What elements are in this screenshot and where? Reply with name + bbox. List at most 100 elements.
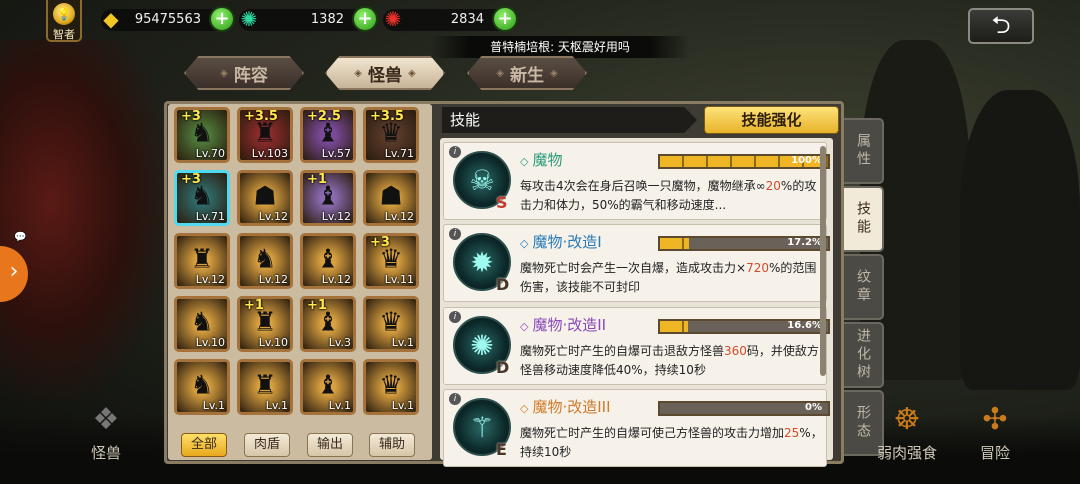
skill-name: ◇ 魔物·改造III bbox=[520, 396, 611, 417]
info-icon[interactable]: i bbox=[449, 146, 461, 158]
monster-slot[interactable]: ☗ Lv.12 bbox=[237, 170, 293, 226]
tab-rebirth[interactable]: ◈ 新生 ◈ bbox=[467, 56, 587, 90]
info-icon[interactable]: i bbox=[449, 311, 461, 323]
green-crystal-icon: ✺ bbox=[240, 7, 258, 31]
info-icon[interactable]: i bbox=[449, 393, 461, 405]
side-tab-evolution-tree[interactable]: 进化树 bbox=[844, 322, 884, 388]
monster-slot[interactable]: ♞ +3 Lv.71 bbox=[174, 170, 230, 226]
desc-highlight: 720 bbox=[746, 261, 769, 275]
add-red-crystal-button[interactable]: + bbox=[492, 6, 518, 32]
desc-text: 魔物死亡时产生的自爆可击退敌方怪兽 bbox=[520, 344, 725, 358]
skill-grade: D bbox=[496, 275, 510, 294]
chevron-right-icon: › bbox=[9, 259, 19, 284]
nav-survival[interactable]: ☸ 弱肉强食 bbox=[852, 398, 962, 478]
skill-name-text: 魔物 bbox=[532, 151, 563, 169]
chat-icon[interactable]: 💬 bbox=[14, 232, 26, 243]
monster-slot[interactable]: ♛ +3 Lv.11 bbox=[363, 233, 419, 289]
skill-list-scrollbar[interactable] bbox=[820, 146, 826, 376]
skill-description: 魔物死亡时会产生一次自爆，造成攻击力×720%的范围伤害，该技能不可封印 bbox=[520, 259, 826, 297]
monster-slot[interactable]: ♛ +3.5 Lv.71 bbox=[363, 107, 419, 163]
tab-monster[interactable]: ◈ 怪兽 ◈ bbox=[325, 56, 445, 90]
monster-level: Lv.57 bbox=[321, 147, 351, 160]
tab-label: 阵容 bbox=[233, 65, 268, 86]
filter-support-button[interactable]: 辅助 bbox=[369, 433, 415, 457]
back-button[interactable]: ⮌ bbox=[968, 8, 1034, 44]
monster-portrait-icon: ♜ bbox=[253, 370, 277, 401]
skill-description: 每攻击4次会在身后召唤一只魔物，魔物继承∞20%的攻击力和体力，50%的霸气和移… bbox=[520, 177, 826, 215]
monster-slot[interactable]: ♞ +3 Lv.70 bbox=[174, 107, 230, 163]
side-tab-emblem[interactable]: 纹章 bbox=[844, 254, 884, 320]
skill-enhance-button[interactable]: 技能强化 bbox=[704, 106, 839, 134]
gold-resource: ◆ 95475563 + bbox=[101, 6, 235, 32]
monster-star-level: +1 bbox=[307, 298, 327, 313]
monster-portrait-icon: ♞ bbox=[253, 244, 277, 275]
monster-slot[interactable]: ☗ Lv.12 bbox=[363, 170, 419, 226]
monster-slot[interactable]: ♝ +2.5 Lv.57 bbox=[300, 107, 356, 163]
monster-slot[interactable]: ♞ Lv.1 bbox=[174, 359, 230, 415]
monster-slot[interactable]: ♞ Lv.10 bbox=[174, 296, 230, 352]
green-crystal-resource: ✺ 1382 + bbox=[239, 6, 378, 32]
skill-progress-fill bbox=[660, 238, 689, 249]
lightbulb-icon: 💡 bbox=[53, 3, 75, 25]
skill-description: 魔物死亡时产生的自爆可使己方怪兽的攻击力增加25%，持续10秒 bbox=[520, 424, 826, 462]
rank-badge[interactable]: 💡 智者 bbox=[46, 0, 82, 42]
monster-portrait-icon: ☗ bbox=[253, 181, 277, 212]
skill-progress-label: 100% bbox=[791, 155, 822, 166]
monster-slot[interactable]: ♝ Lv.1 bbox=[300, 359, 356, 415]
skill-card[interactable]: i ✹ D ◇ 魔物·改造I 17.2% 魔物死亡时会产生一次自爆，造成攻击力×720%的范… bbox=[443, 224, 830, 302]
side-tab-label: 进化树 bbox=[855, 328, 871, 382]
monster-slot[interactable]: ♛ Lv.1 bbox=[363, 359, 419, 415]
monster-level: Lv.71 bbox=[195, 210, 225, 223]
monster-slot[interactable]: ♜ Lv.12 bbox=[174, 233, 230, 289]
filter-all-button[interactable]: 全部 bbox=[181, 433, 227, 457]
filter-dps-button[interactable]: 输出 bbox=[307, 433, 353, 457]
desc-highlight: 360 bbox=[724, 344, 747, 358]
monster-star-level: +3 bbox=[181, 172, 201, 187]
skill-name: ◇ 魔物 bbox=[520, 149, 562, 170]
desc-text: 魔物死亡时产生的自爆可使己方怪兽的攻击力增加 bbox=[520, 426, 785, 440]
red-crystal-value: 2834 bbox=[450, 12, 484, 27]
nav-adventure[interactable]: ✣ 冒险 bbox=[955, 398, 1035, 478]
diamond-icon: ◈ bbox=[550, 67, 558, 79]
monster-slot[interactable]: ♜ +1 Lv.10 bbox=[237, 296, 293, 352]
background-red-glow bbox=[0, 40, 170, 400]
monster-level: Lv.12 bbox=[195, 273, 225, 286]
chat-ticker: 普特楠培根: 天枢震好用吗 bbox=[430, 36, 690, 58]
monster-star-level: +3.5 bbox=[370, 109, 404, 124]
nav-monster[interactable]: ❖ 怪兽 bbox=[66, 398, 146, 478]
green-crystal-value: 1382 bbox=[310, 12, 344, 27]
monster-level: Lv.10 bbox=[195, 336, 225, 349]
monster-slot[interactable]: ♛ Lv.1 bbox=[363, 296, 419, 352]
monster-portrait-icon: ♛ bbox=[379, 370, 403, 401]
monster-icon: ❖ bbox=[92, 402, 120, 437]
monster-level: Lv.71 bbox=[384, 147, 414, 160]
skill-card[interactable]: i ✺ D ◇ 魔物·改造II 16.6% 魔物死亡时产生的自爆可击退敌方怪兽360码，并使… bbox=[443, 307, 830, 385]
skill-card[interactable]: i ⚚ E ◇ 魔物·改造III 0% 魔物死亡时产生的自爆可使己方怪兽的攻击力增加25%，… bbox=[443, 389, 830, 467]
add-green-crystal-button[interactable]: + bbox=[352, 6, 378, 32]
skill-progress-bar: 100% bbox=[658, 154, 830, 169]
side-tab-skills[interactable]: 技能 bbox=[844, 186, 884, 252]
monster-slot[interactable]: ♝ +1 Lv.3 bbox=[300, 296, 356, 352]
monster-star-level: +2.5 bbox=[307, 109, 341, 124]
filter-tank-button[interactable]: 肉盾 bbox=[244, 433, 290, 457]
skill-progress-bar: 17.2% bbox=[658, 236, 830, 251]
skill-progress-bar: 0% bbox=[658, 401, 830, 416]
monster-slot[interactable]: ♝ Lv.12 bbox=[300, 233, 356, 289]
monster-slot[interactable]: ♜ Lv.1 bbox=[237, 359, 293, 415]
diamond-icon: ◈ bbox=[354, 67, 362, 79]
monster-portrait-icon: ♞ bbox=[190, 370, 214, 401]
side-tab-attributes[interactable]: 属性 bbox=[844, 118, 884, 184]
monster-level: Lv.12 bbox=[258, 273, 288, 286]
skill-card[interactable]: i ☠ S ◇ 魔物 100% 每攻击4次会在身后召唤一只魔物，魔物继承∞20%的攻击力和体… bbox=[443, 142, 830, 220]
monster-slot[interactable]: ♞ Lv.12 bbox=[237, 233, 293, 289]
monster-level: Lv.10 bbox=[258, 336, 288, 349]
monster-slot[interactable]: ♝ +1 Lv.12 bbox=[300, 170, 356, 226]
add-gold-button[interactable]: + bbox=[209, 6, 235, 32]
diamond-icon: ◇ bbox=[520, 155, 529, 168]
skill-grade: D bbox=[496, 358, 510, 377]
monster-slot[interactable]: ♜ +3.5 Lv.103 bbox=[237, 107, 293, 163]
tab-lineup[interactable]: ◈ 阵容 bbox=[184, 56, 304, 90]
nav-label: 怪兽 bbox=[90, 444, 121, 462]
info-icon[interactable]: i bbox=[449, 228, 461, 240]
skill-name-text: 魔物·改造I bbox=[532, 233, 602, 251]
